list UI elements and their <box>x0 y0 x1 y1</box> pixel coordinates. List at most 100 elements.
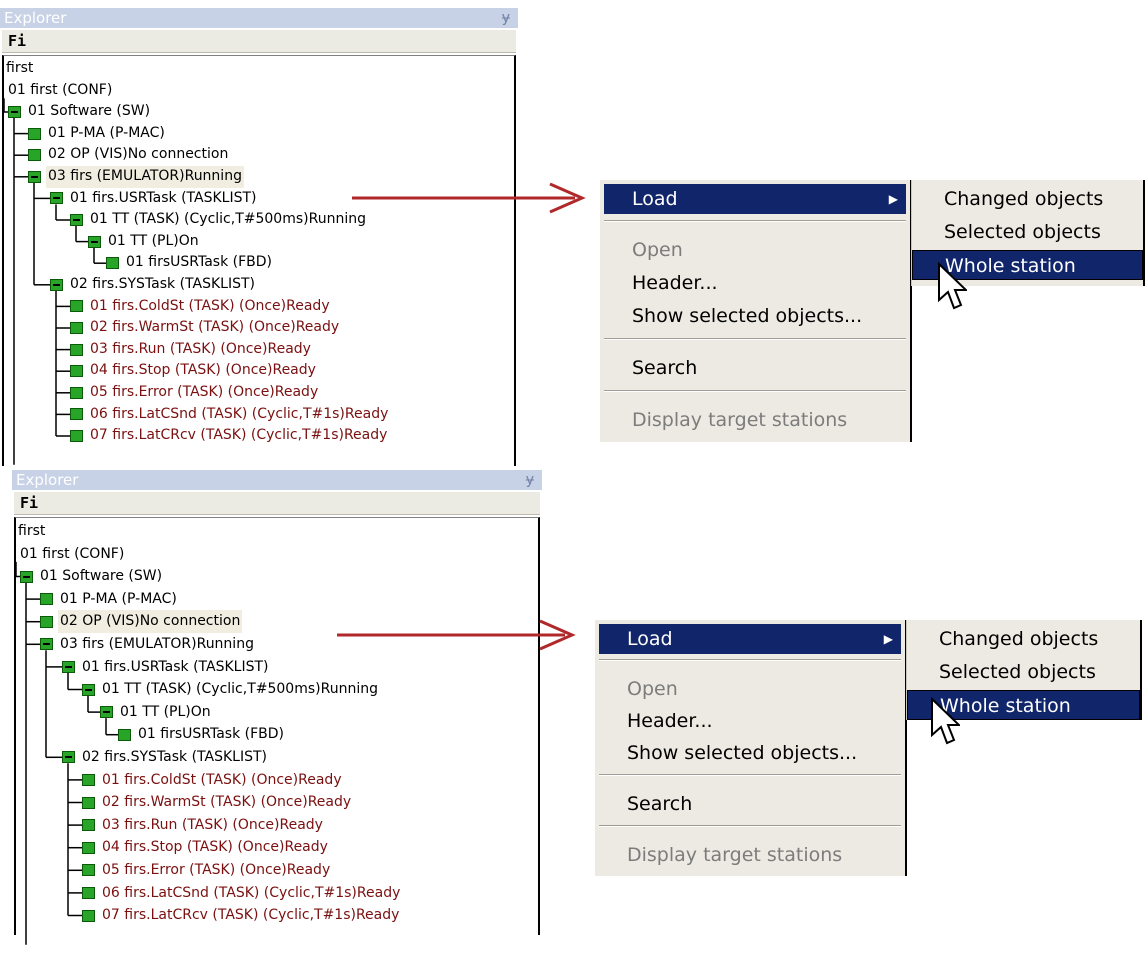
menu-item-header[interactable]: Header... <box>599 706 901 736</box>
submenu-item-selected-objects[interactable]: Selected objects <box>912 217 1143 247</box>
tree-item[interactable]: 02 firs.SYSTask (TASKLIST) <box>68 274 257 296</box>
submenu-item-label: Changed objects <box>944 188 1104 210</box>
collapse-node-icon[interactable] <box>8 106 21 118</box>
menu-item-label: Open <box>632 239 683 261</box>
submenu-item-label: Selected objects <box>944 221 1101 243</box>
tree-item[interactable]: 06 firs.LatCSnd (TASK) (Cyclic,T#1s)Read… <box>100 882 402 905</box>
tree-item[interactable]: first <box>4 58 35 80</box>
tree-item[interactable]: 02 OP (VIS)No connection <box>58 610 243 633</box>
filter-icon[interactable]: Fi <box>20 494 38 512</box>
arrow-right-icon <box>337 619 576 651</box>
tree-item[interactable]: 02 firs.WarmSt (TASK) (Once)Ready <box>100 791 353 814</box>
tree-node-icon <box>106 257 119 270</box>
submenu-arrow-icon: ▶ <box>888 192 898 206</box>
tree-node-icon <box>40 615 53 628</box>
menu-separator <box>599 774 901 777</box>
tree-item[interactable]: 01 firs.USRTask (TASKLIST) <box>80 656 271 679</box>
tree-item[interactable]: 01 TT (TASK) (Cyclic,T#500ms)Running <box>88 209 368 231</box>
collapse-node-icon[interactable] <box>40 638 53 651</box>
tree-node-icon <box>70 343 83 356</box>
tree-item[interactable]: 01 first (CONF) <box>6 80 114 102</box>
tree-item[interactable]: 01 first (CONF) <box>18 543 126 566</box>
tree-node-icon <box>70 322 83 334</box>
tree-item[interactable]: 01 firsUSRTask (FBD) <box>124 252 274 274</box>
tree-item[interactable]: 05 firs.Error (TASK) (Once)Ready <box>100 859 332 882</box>
explorer-title-bar: Explorer ɏ <box>0 8 518 28</box>
menu-item-header[interactable]: Header... <box>604 268 906 298</box>
collapse-node-icon[interactable] <box>100 706 113 719</box>
tree-item[interactable]: 02 OP (VIS)No connection <box>46 144 230 166</box>
tree-item[interactable]: 07 firs.LatCRcv (TASK) (Cyclic,T#1s)Read… <box>88 425 389 447</box>
submenu-arrow-icon: ▶ <box>883 631 893 646</box>
menu-item-display-target: Display target stations <box>599 840 901 870</box>
arrow-right-icon <box>352 182 586 214</box>
tree-item[interactable]: 03 firs (EMULATOR)Running <box>58 633 256 656</box>
tree-item[interactable]: 03 firs.Run (TASK) (Once)Ready <box>100 814 325 837</box>
tree-node-icon <box>70 300 83 313</box>
pin-icon[interactable]: ɏ <box>526 470 534 490</box>
tree-node-icon <box>82 819 95 832</box>
tree-item[interactable]: 01 P-MA (P-MAC) <box>46 123 167 145</box>
tree-item[interactable]: 01 P-MA (P-MAC) <box>58 588 179 611</box>
collapse-node-icon[interactable] <box>62 751 75 764</box>
collapse-node-icon[interactable] <box>62 660 75 673</box>
object-tree: first 01 first (CONF) 01 Software (SW) 01 P… <box>14 517 540 945</box>
tree-node-icon <box>28 127 41 140</box>
tree-item[interactable]: 01 firsUSRTask (FBD) <box>136 723 286 746</box>
menu-item-search[interactable]: Search <box>604 353 906 383</box>
submenu-item-selected-objects[interactable]: Selected objects <box>907 657 1140 687</box>
tree-item[interactable]: 03 firs (EMULATOR)Running <box>46 166 244 188</box>
tree-item[interactable]: 05 firs.Error (TASK) (Once)Ready <box>88 382 320 404</box>
menu-item-label: Display target stations <box>632 409 848 431</box>
context-menu: Load ▶ Open Header... Show selected objects.… <box>600 180 912 442</box>
menu-item-show-selected[interactable]: Show selected objects... <box>599 738 901 768</box>
submenu-item-changed-objects[interactable]: Changed objects <box>907 624 1140 654</box>
explorer-title: Explorer <box>4 9 67 27</box>
menu-item-search[interactable]: Search <box>599 789 901 819</box>
tree-item[interactable]: 01 TT (TASK) (Cyclic,T#500ms)Running <box>100 678 380 701</box>
tree-node-icon <box>70 386 83 399</box>
collapse-node-icon[interactable] <box>28 170 41 183</box>
tree-item[interactable]: 02 firs.WarmSt (TASK) (Once)Ready <box>88 317 341 339</box>
menu-item-label: Display target stations <box>627 843 843 866</box>
tree-node-icon <box>82 909 95 922</box>
explorer-toolbar: Fi <box>2 30 516 53</box>
collapse-node-icon[interactable] <box>70 214 83 226</box>
collapse-node-icon[interactable] <box>50 192 63 205</box>
tree-item[interactable]: 01 Software (SW) <box>26 101 152 123</box>
tree-item[interactable]: 03 firs.Run (TASK) (Once)Ready <box>88 339 313 361</box>
menu-item-load[interactable]: Load ▶ <box>599 623 901 654</box>
tree-item[interactable]: 01 Software (SW) <box>38 565 164 588</box>
menu-item-label: Header... <box>627 709 713 732</box>
tree-item[interactable]: 07 firs.LatCRcv (TASK) (Cyclic,T#1s)Read… <box>100 904 401 927</box>
tree-item[interactable]: 01 firs.USRTask (TASKLIST) <box>68 188 259 210</box>
submenu-item-changed-objects[interactable]: Changed objects <box>912 184 1143 214</box>
filter-icon[interactable]: Fi <box>8 32 26 50</box>
tree-item[interactable]: 01 TT (PL)On <box>106 231 201 253</box>
menu-separator <box>599 825 901 828</box>
tree-item[interactable]: first <box>16 520 47 543</box>
menu-item-load[interactable]: Load ▶ <box>604 184 906 214</box>
tree-item[interactable]: 01 firs.ColdSt (TASK) (Once)Ready <box>100 769 344 792</box>
tree-node-icon <box>82 773 95 786</box>
mouse-pointer-icon <box>931 697 960 745</box>
tree-item[interactable]: 06 firs.LatCSnd (TASK) (Cyclic,T#1s)Read… <box>88 404 390 426</box>
menu-separator <box>604 390 906 392</box>
tree-item[interactable]: 01 TT (PL)On <box>118 701 213 724</box>
menu-item-label: Show selected objects... <box>632 305 863 327</box>
menu-item-label: Search <box>632 357 698 379</box>
collapse-node-icon[interactable] <box>82 683 95 696</box>
collapse-node-icon[interactable] <box>88 235 101 248</box>
tree-item[interactable]: 01 firs.ColdSt (TASK) (Once)Ready <box>88 296 332 318</box>
tree-item[interactable]: 02 firs.SYSTask (TASKLIST) <box>80 746 269 769</box>
tree-item[interactable]: 04 firs.Stop (TASK) (Once)Ready <box>88 360 318 382</box>
menu-separator <box>599 659 901 662</box>
menu-item-display-target: Display target stations <box>604 405 906 435</box>
menu-item-show-selected[interactable]: Show selected objects... <box>604 301 906 331</box>
tree-item[interactable]: 04 firs.Stop (TASK) (Once)Ready <box>100 836 330 859</box>
collapse-node-icon[interactable] <box>50 278 63 291</box>
collapse-node-icon[interactable] <box>20 570 33 583</box>
pin-icon[interactable]: ɏ <box>502 8 510 28</box>
mouse-pointer-icon <box>938 262 967 310</box>
menu-item-label: Load <box>627 627 673 650</box>
